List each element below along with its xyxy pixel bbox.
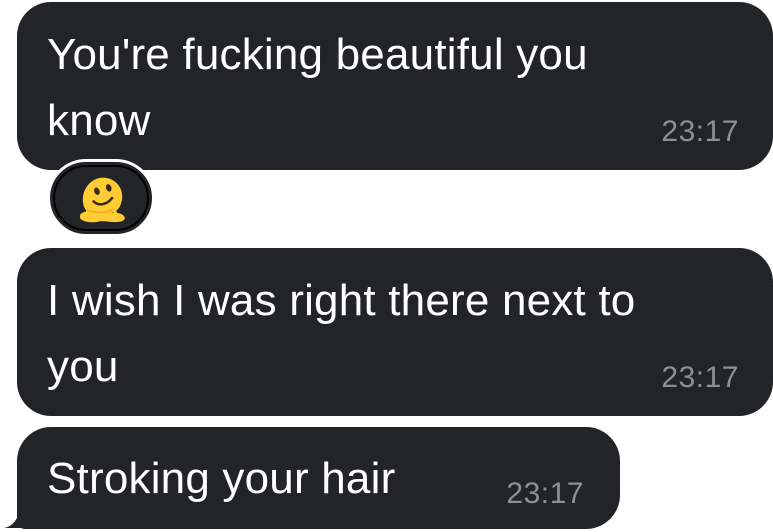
message-bubble-2[interactable]: I wish I was right there next to you 23:… bbox=[17, 248, 773, 416]
message-text-2: I wish I was right there next to you bbox=[47, 276, 636, 391]
message-bubble-3[interactable]: Stroking your hair 23:17 bbox=[17, 427, 620, 529]
bubble-tail bbox=[4, 498, 34, 528]
message-time-2: 23:17 bbox=[661, 361, 739, 394]
chat-view: You're fucking beautiful you know 23:17 … bbox=[0, 0, 773, 532]
message-text-3: Stroking your hair bbox=[47, 454, 396, 503]
reaction-badge[interactable] bbox=[47, 159, 155, 237]
message-time-1: 23:17 bbox=[661, 115, 739, 148]
message-time-3: 23:17 bbox=[506, 477, 584, 510]
melting-face-emoji-icon bbox=[80, 177, 125, 223]
message-text-1: You're fucking beautiful you know bbox=[47, 30, 588, 145]
message-bubble-1[interactable]: You're fucking beautiful you know 23:17 bbox=[17, 2, 773, 170]
